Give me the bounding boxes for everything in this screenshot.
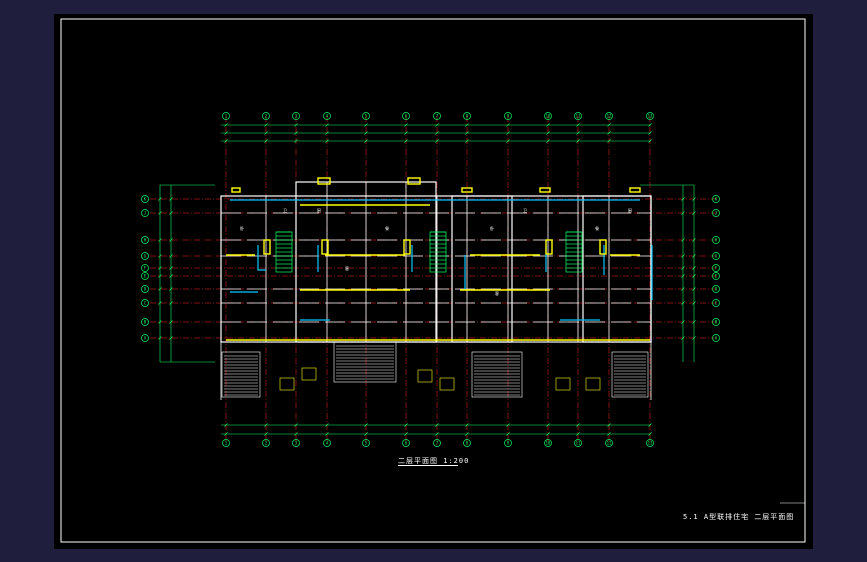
axis-label: 4 <box>326 441 329 446</box>
left-dimension-chain <box>159 184 215 363</box>
exterior-walls <box>220 181 652 343</box>
axis-label: B <box>715 320 718 325</box>
room-label: 厨 <box>628 207 632 213</box>
axis-label: 4 <box>326 114 329 119</box>
axis-label: H <box>715 238 718 243</box>
axis-label: 9 <box>507 114 510 119</box>
axis-label: 12 <box>607 114 612 119</box>
cad-viewport[interactable]: 1 1 2 2 3 3 4 4 5 5 6 6 7 7 8 8 9 9 10 10 11 11 12 12 13 13 A A B B C C… <box>0 0 867 562</box>
axis-label: F <box>144 266 147 271</box>
planter <box>279 377 295 391</box>
room-label: 餐 <box>595 225 599 231</box>
axis-label: 6 <box>405 114 408 119</box>
axis-label: D <box>144 287 147 292</box>
axis-label: 11 <box>576 114 581 119</box>
room-label: 厨 <box>317 207 321 213</box>
axis-label: 7 <box>436 114 439 119</box>
axis-label: 1 <box>225 441 228 446</box>
planter <box>585 377 601 391</box>
axis-label: 12 <box>607 441 612 446</box>
axis-label: 3 <box>295 114 298 119</box>
floor-plan-drawing: 1122334455667788991010111112121313A AB BC C… <box>60 18 806 543</box>
axis-label: 3 <box>295 441 298 446</box>
room-label: 餐 <box>385 225 389 231</box>
room-label: 客 <box>345 265 349 271</box>
axis-label: A <box>715 336 718 341</box>
axis-label: J <box>715 211 717 216</box>
drawing-title-underline <box>398 465 458 466</box>
axis-label: K <box>715 197 718 202</box>
axis-label: 9 <box>507 441 510 446</box>
axis-bubbles: 1122334455667788991010111112121313A AB BC C… <box>141 112 720 447</box>
room-label: 卫 <box>523 208 527 213</box>
axis-label: K <box>144 197 147 202</box>
axis-label: E <box>715 274 718 279</box>
room-label: 客 <box>495 290 499 296</box>
axis-label: A <box>144 336 147 341</box>
planter <box>301 367 317 381</box>
axis-label: C <box>144 301 147 306</box>
top-dimension-chain <box>221 124 651 142</box>
planter <box>439 377 455 391</box>
planter <box>555 377 571 391</box>
room-label: 卫 <box>283 208 287 213</box>
axis-label: 8 <box>466 441 469 446</box>
planter <box>417 369 433 383</box>
axis-label: 13 <box>648 114 653 119</box>
axis-label: D <box>715 287 718 292</box>
axis-label: 11 <box>576 441 581 446</box>
axis-label: 5 <box>365 114 368 119</box>
axis-label: H <box>144 238 147 243</box>
vertical-axis-lines <box>225 116 651 443</box>
axis-label: 2 <box>265 114 268 119</box>
axis-label: 1 <box>225 114 228 119</box>
axis-label: 10 <box>546 441 551 446</box>
axis-label: 7 <box>436 441 439 446</box>
horizontal-axis-lines <box>150 198 717 339</box>
axis-label: B <box>144 320 147 325</box>
axis-label: 8 <box>466 114 469 119</box>
title-block-text: 5.1 A型联排住宅 二层平面图 <box>683 513 795 521</box>
axis-label: F <box>715 266 718 271</box>
axis-label: G <box>715 254 718 259</box>
axis-label: G <box>144 254 147 259</box>
axis-label: 5 <box>365 441 368 446</box>
axis-label: 13 <box>648 441 653 446</box>
axis-label: 2 <box>265 441 268 446</box>
axis-label: E <box>144 274 147 279</box>
balconies <box>221 341 649 398</box>
room-label: 卧 <box>490 225 494 231</box>
axis-label: J <box>144 211 146 216</box>
axis-label: C <box>715 301 718 306</box>
right-dimension-chain <box>640 184 695 362</box>
axis-label: 10 <box>546 114 551 119</box>
room-label: 卧 <box>240 225 244 231</box>
axis-label: 6 <box>405 441 408 446</box>
fixtures <box>226 177 650 341</box>
